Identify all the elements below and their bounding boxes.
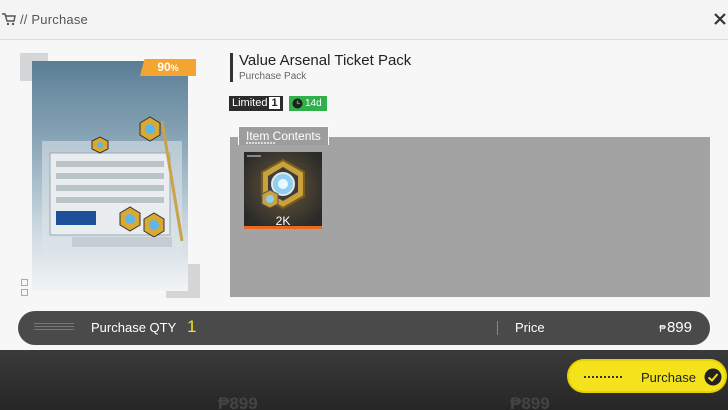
price-label: Price bbox=[515, 320, 545, 335]
item-contents-label: Item Contents bbox=[238, 126, 329, 145]
ticket-pile-art bbox=[42, 116, 184, 261]
purchase-qty-value[interactable]: 1 bbox=[187, 317, 196, 337]
button-decoration bbox=[584, 376, 624, 378]
background-price: ₱899 bbox=[218, 394, 258, 410]
purchase-qty-label: Purchase QTY bbox=[91, 320, 177, 335]
pack-artwork bbox=[32, 61, 188, 291]
currency-symbol: ₱ bbox=[659, 324, 666, 335]
time-remaining-tag: 14d bbox=[289, 96, 327, 111]
background-price: ₱899 bbox=[510, 394, 550, 410]
pager-dot[interactable] bbox=[21, 289, 28, 296]
pager-dot[interactable] bbox=[21, 279, 28, 286]
price-value: ₱899 bbox=[659, 319, 692, 336]
pack-subtitle: Purchase Pack bbox=[239, 71, 307, 82]
purchase-button[interactable]: Purchase bbox=[567, 359, 727, 393]
item-tag bbox=[247, 155, 261, 157]
cart-icon bbox=[2, 13, 16, 26]
title-accent-bar bbox=[230, 53, 233, 82]
close-icon[interactable] bbox=[710, 9, 728, 29]
limited-tag: Limited 1 bbox=[229, 96, 283, 111]
clock-icon bbox=[292, 98, 303, 109]
divider bbox=[497, 321, 498, 335]
limited-count: 1 bbox=[269, 97, 280, 109]
purchase-dialog: // Purchase 90% Value Arsenal Ticket Pac… bbox=[0, 0, 728, 350]
dialog-header: // Purchase bbox=[0, 0, 728, 40]
price-amount: 899 bbox=[666, 319, 692, 336]
purchase-summary-bar: Purchase QTY 1 Price ₱899 bbox=[18, 311, 710, 345]
rarity-bar bbox=[244, 226, 322, 229]
content-item[interactable]: 2K bbox=[244, 152, 322, 229]
purchase-button-label: Purchase bbox=[641, 370, 696, 385]
image-pager bbox=[21, 279, 28, 299]
product-image bbox=[20, 53, 200, 298]
bar-decoration bbox=[34, 323, 74, 332]
limited-label: Limited bbox=[232, 97, 268, 109]
discount-badge: 90% bbox=[140, 59, 196, 76]
time-remaining: 14d bbox=[305, 98, 322, 109]
dialog-title: // Purchase bbox=[20, 12, 88, 27]
checkmark-icon bbox=[704, 368, 722, 386]
pack-title: Value Arsenal Ticket Pack bbox=[239, 52, 412, 69]
